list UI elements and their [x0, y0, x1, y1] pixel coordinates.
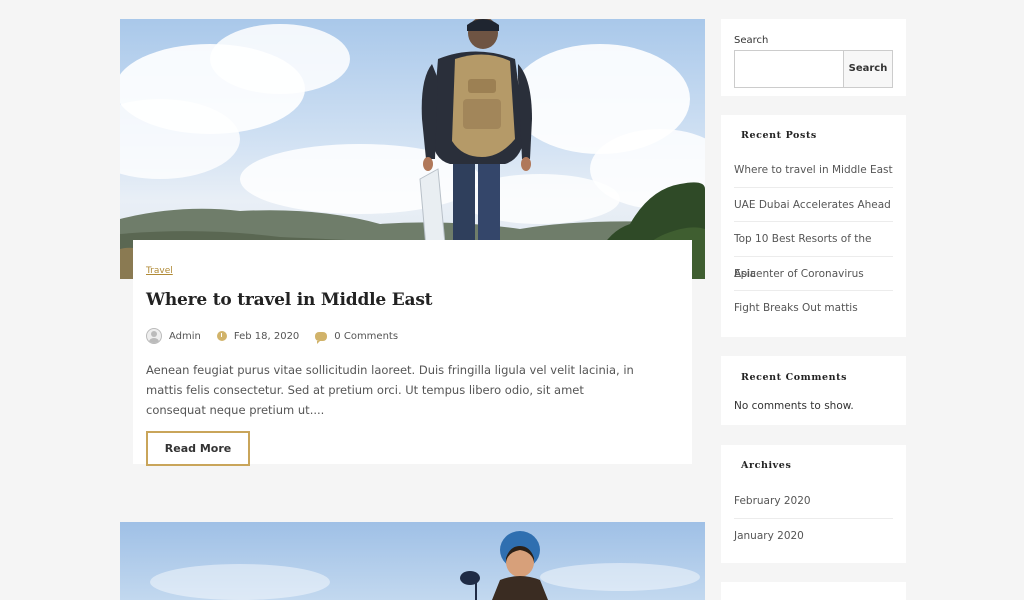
recent-post-link[interactable]: Epicenter of Coronavirus: [734, 257, 893, 291]
archive-link[interactable]: January 2020: [734, 519, 893, 554]
recent-post-link[interactable]: Top 10 Best Resorts of the Asia: [734, 222, 893, 280]
post-author[interactable]: Admin: [169, 331, 201, 342]
archives-title: Archives: [741, 460, 792, 471]
search-widget: Search Search: [721, 19, 906, 96]
recent-posts-widget: Recent Posts Where to travel in Middle E…: [721, 115, 906, 337]
avatar-icon: [146, 328, 162, 344]
recent-post-link[interactable]: Where to travel in Middle East: [734, 153, 893, 188]
search-button[interactable]: Search: [844, 50, 893, 88]
post-category-link[interactable]: Travel: [146, 266, 173, 276]
recent-post-link[interactable]: Fight Breaks Out mattis: [734, 291, 893, 326]
scooter-rider-photo: [150, 531, 700, 600]
recent-post-link[interactable]: UAE Dubai Accelerates Ahead: [734, 188, 893, 222]
search-input[interactable]: [734, 50, 844, 88]
recent-posts-title: Recent Posts: [741, 130, 817, 141]
post-title[interactable]: Where to travel in Middle East: [146, 290, 679, 310]
next-widget: [721, 582, 906, 600]
post-date[interactable]: Feb 18, 2020: [234, 331, 299, 342]
recent-comments-title: Recent Comments: [741, 372, 848, 383]
post-card: Travel Where to travel in Middle East Ad…: [133, 240, 692, 466]
post-meta: Admin Feb 18, 2020 0 Comments: [146, 328, 679, 344]
search-label: Search: [734, 35, 769, 46]
no-comments-text: No comments to show.: [734, 400, 854, 412]
post-comments-link[interactable]: 0 Comments: [334, 331, 398, 342]
comments-icon: [315, 331, 328, 344]
archives-widget: Archives February 2020 January 2020: [721, 445, 906, 563]
post-excerpt: Aenean feugiat purus vitae sollicitudin …: [146, 363, 634, 417]
recent-comments-widget: Recent Comments No comments to show.: [721, 356, 906, 425]
read-more-button[interactable]: Read More: [146, 431, 250, 466]
clock-icon: [216, 331, 227, 341]
archive-link[interactable]: February 2020: [734, 484, 893, 519]
post-featured-image-2[interactable]: [120, 522, 705, 600]
